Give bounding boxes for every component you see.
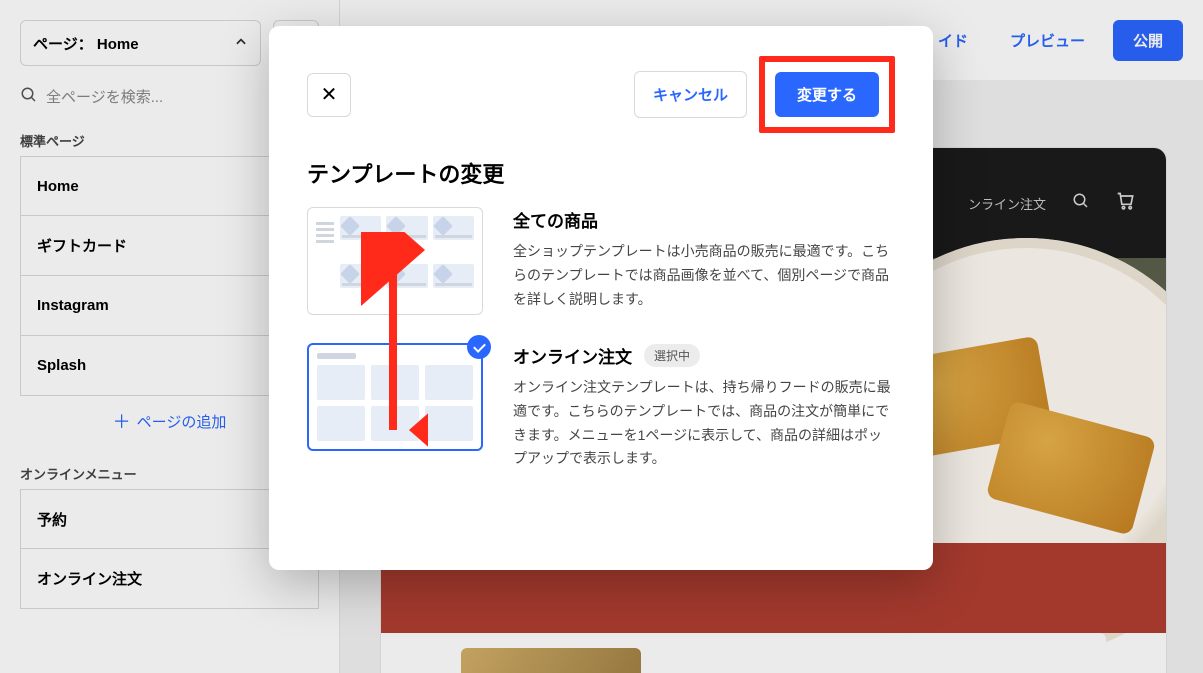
template-option-all-items[interactable]: 全ての商品 全ショップテンプレートは小売商品の販売に最適です。こちらのテンプレー… [307, 207, 895, 315]
template-name: 全ての商品 [513, 207, 598, 232]
selected-pill: 選択中 [644, 344, 700, 367]
close-button[interactable]: ✕ [307, 73, 351, 117]
template-thumb-online-order [307, 343, 483, 451]
cancel-button[interactable]: キャンセル [634, 71, 747, 118]
template-thumb-all-items [307, 207, 483, 315]
template-desc: 全ショップテンプレートは小売商品の販売に最適です。こちらのテンプレートでは商品画… [513, 240, 895, 311]
template-name: オンライン注文 [513, 343, 632, 368]
modal-title: テンプレートの変更 [307, 157, 895, 189]
template-option-online-order[interactable]: オンライン注文 選択中 オンライン注文テンプレートは、持ち帰りフードの販売に最適… [307, 343, 895, 471]
confirm-button[interactable]: 変更する [775, 72, 879, 117]
template-change-modal: ✕ キャンセル 変更する テンプレートの変更 [269, 26, 933, 570]
highlight-box: 変更する [759, 56, 895, 133]
template-desc: オンライン注文テンプレートは、持ち帰りフードの販売に最適です。こちらのテンプレー… [513, 376, 895, 471]
close-icon: ✕ [321, 82, 338, 107]
